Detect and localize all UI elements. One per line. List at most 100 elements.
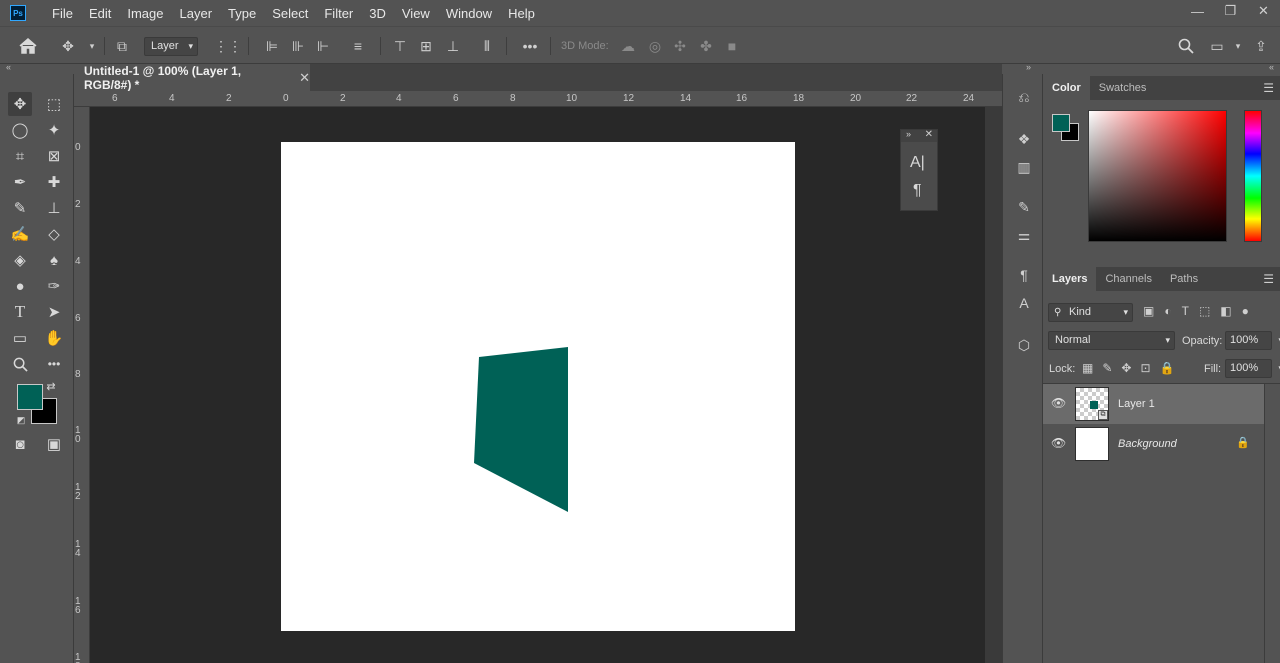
type-tool-icon[interactable]: T bbox=[8, 300, 32, 324]
layer-filter-kind[interactable]: ⚲ Kind ▾ bbox=[1048, 303, 1133, 322]
collapse-icon[interactable]: « bbox=[1269, 62, 1274, 72]
hand-tool-icon[interactable]: ✋ bbox=[42, 326, 66, 350]
distribute-v-icon[interactable]: ⫴ bbox=[477, 36, 497, 56]
lasso-tool-icon[interactable]: ◯ bbox=[8, 118, 32, 142]
screen-mode-icon[interactable]: ▣ bbox=[42, 432, 66, 456]
align-center-icon[interactable]: ⊪ bbox=[288, 36, 308, 56]
lock-image-icon[interactable]: ✎ bbox=[1102, 361, 1112, 375]
align-middle-icon[interactable]: ⊞ bbox=[416, 36, 436, 56]
navigator-panel-icon[interactable]: ❖ bbox=[1013, 128, 1035, 150]
menu-image[interactable]: Image bbox=[119, 6, 171, 21]
align-bottom-icon[interactable]: ⊥ bbox=[443, 36, 463, 56]
lock-transparency-icon[interactable]: ▦ bbox=[1082, 361, 1093, 375]
minimize-button[interactable]: — bbox=[1181, 0, 1214, 22]
align-left-icon[interactable]: ⊫ bbox=[262, 36, 282, 56]
menu-window[interactable]: Window bbox=[438, 6, 500, 21]
horizontal-ruler[interactable]: 6 4 2 0 2 4 6 8 10 12 14 16 18 20 22 24 bbox=[74, 91, 1002, 107]
color-field[interactable] bbox=[1088, 110, 1227, 242]
paragraph-styles-panel-icon[interactable]: ¶ bbox=[1013, 264, 1035, 286]
quick-mask-icon[interactable]: ◙ bbox=[8, 432, 32, 456]
crop-tool-icon[interactable]: ⌗ bbox=[8, 144, 32, 168]
shape-filter-icon[interactable]: ⬚ bbox=[1199, 304, 1210, 318]
menu-layer[interactable]: Layer bbox=[172, 6, 221, 21]
layer-row-background[interactable]: 👁 Background 🔒 bbox=[1043, 424, 1264, 464]
teal-quadrilateral-shape[interactable] bbox=[474, 347, 568, 512]
healing-brush-tool-icon[interactable]: ✚ bbox=[42, 170, 66, 194]
menu-select[interactable]: Select bbox=[264, 6, 316, 21]
layers-scrollbar[interactable] bbox=[1264, 384, 1280, 663]
frame-tool-icon[interactable]: ⊠ bbox=[42, 144, 66, 168]
auto-select-dropdown[interactable]: Layer ▾ bbox=[144, 37, 198, 56]
chevron-down-icon[interactable]: ▾ bbox=[1228, 36, 1248, 56]
slide-3d-icon[interactable]: ✤ bbox=[696, 36, 716, 56]
workspace-icon[interactable]: ▭ bbox=[1207, 36, 1227, 56]
type-filter-icon[interactable]: T bbox=[1182, 304, 1189, 318]
histogram-panel-icon[interactable]: ▥ bbox=[1013, 156, 1035, 178]
menu-view[interactable]: View bbox=[394, 6, 438, 21]
menu-3d[interactable]: 3D bbox=[361, 6, 394, 21]
blend-mode-dropdown[interactable]: Normal ▾ bbox=[1048, 331, 1175, 350]
vertical-ruler[interactable]: 0 2 4 6 8 1 0 1 2 1 4 1 6 1 8 bbox=[74, 107, 90, 663]
canvas-workspace[interactable] bbox=[90, 107, 985, 663]
roll-3d-icon[interactable]: ◎ bbox=[645, 36, 665, 56]
foreground-color-swatch[interactable] bbox=[17, 384, 43, 410]
share-icon[interactable]: ⇪ bbox=[1251, 36, 1271, 56]
rectangle-tool-icon[interactable]: ▭ bbox=[8, 326, 32, 350]
home-icon[interactable] bbox=[18, 36, 38, 56]
floating-panel-header[interactable]: » ✕ bbox=[901, 129, 937, 142]
3d-panel-icon[interactable]: ⬡ bbox=[1013, 334, 1035, 356]
menu-filter[interactable]: Filter bbox=[316, 6, 361, 21]
collapse-icon[interactable]: « bbox=[6, 62, 11, 72]
filter-toggle-icon[interactable]: ● bbox=[1242, 304, 1249, 318]
paint-bucket-tool-icon[interactable]: ◈ bbox=[8, 248, 32, 272]
document-tab[interactable]: Untitled-1 @ 100% (Layer 1, RGB/8#) * ✕ bbox=[74, 64, 310, 92]
expand-icon[interactable]: » bbox=[906, 129, 911, 139]
adjustments-panel-icon[interactable]: ⚌ bbox=[1013, 224, 1035, 246]
layer-name[interactable]: Background bbox=[1118, 438, 1177, 450]
magic-wand-tool-icon[interactable]: ✦ bbox=[42, 118, 66, 142]
tab-swatches[interactable]: Swatches bbox=[1090, 76, 1156, 100]
auto-select-icon[interactable]: ⧉ bbox=[112, 36, 132, 56]
close-icon[interactable]: ✕ bbox=[299, 70, 310, 86]
panel-menu-icon[interactable]: ☰ bbox=[1263, 272, 1274, 286]
character-styles-panel-icon[interactable]: A bbox=[1013, 292, 1035, 314]
tab-paths[interactable]: Paths bbox=[1161, 267, 1207, 291]
vertical-scrollbar[interactable] bbox=[985, 107, 1002, 663]
tab-channels[interactable]: Channels bbox=[1096, 267, 1160, 291]
align-right-icon[interactable]: ⊩ bbox=[313, 36, 333, 56]
move-tool-icon[interactable]: ✥ bbox=[8, 92, 32, 116]
brush-tool-icon[interactable]: ✎ bbox=[8, 196, 32, 220]
adjustment-filter-icon[interactable]: ◐ bbox=[1164, 304, 1171, 318]
distribute-h-icon[interactable]: ≡ bbox=[348, 36, 368, 56]
transform-controls-icon[interactable]: ⋮⋮ bbox=[214, 36, 242, 56]
close-icon[interactable]: ✕ bbox=[925, 129, 933, 140]
menu-type[interactable]: Type bbox=[220, 6, 264, 21]
orbit-3d-icon[interactable]: ☁ bbox=[618, 36, 638, 56]
eye-icon[interactable]: 👁 bbox=[1051, 436, 1066, 450]
history-panel-icon[interactable]: ⎌ bbox=[1013, 86, 1035, 108]
eraser-tool-icon[interactable]: ◇ bbox=[42, 222, 66, 246]
search-icon[interactable] bbox=[1176, 36, 1196, 56]
layer-row-layer-1[interactable]: 👁 ⧉ Layer 1 bbox=[1043, 384, 1264, 424]
eye-icon[interactable]: 👁 bbox=[1051, 396, 1066, 410]
character-panel-icon[interactable]: A| bbox=[910, 154, 925, 172]
marquee-tool-icon[interactable]: ⬚ bbox=[42, 92, 66, 116]
default-colors-icon[interactable]: ◩ bbox=[14, 413, 28, 427]
camera-3d-icon[interactable]: ■ bbox=[722, 36, 742, 56]
expand-icon[interactable]: » bbox=[1026, 62, 1031, 72]
image-filter-icon[interactable]: ▣ bbox=[1143, 304, 1154, 318]
paragraph-panel-icon[interactable]: ¶ bbox=[913, 182, 922, 200]
panel-menu-icon[interactable]: ☰ bbox=[1263, 81, 1274, 95]
menu-file[interactable]: File bbox=[44, 6, 81, 21]
history-brush-tool-icon[interactable]: ✍ bbox=[8, 222, 32, 246]
more-options-icon[interactable]: ••• bbox=[520, 36, 540, 56]
lock-all-icon[interactable]: 🔒 bbox=[1160, 361, 1175, 375]
foreground-color-swatch[interactable] bbox=[1052, 114, 1070, 132]
pen-tool-icon[interactable]: ✑ bbox=[42, 274, 66, 298]
zoom-tool-icon[interactable] bbox=[8, 352, 32, 376]
lock-position-icon[interactable]: ✥ bbox=[1121, 361, 1131, 375]
layer-name[interactable]: Layer 1 bbox=[1118, 398, 1155, 410]
lock-artboard-icon[interactable]: ⊡ bbox=[1140, 361, 1150, 375]
pan-3d-icon[interactable]: ✣ bbox=[670, 36, 690, 56]
edit-toolbar-icon[interactable]: ••• bbox=[42, 352, 66, 376]
